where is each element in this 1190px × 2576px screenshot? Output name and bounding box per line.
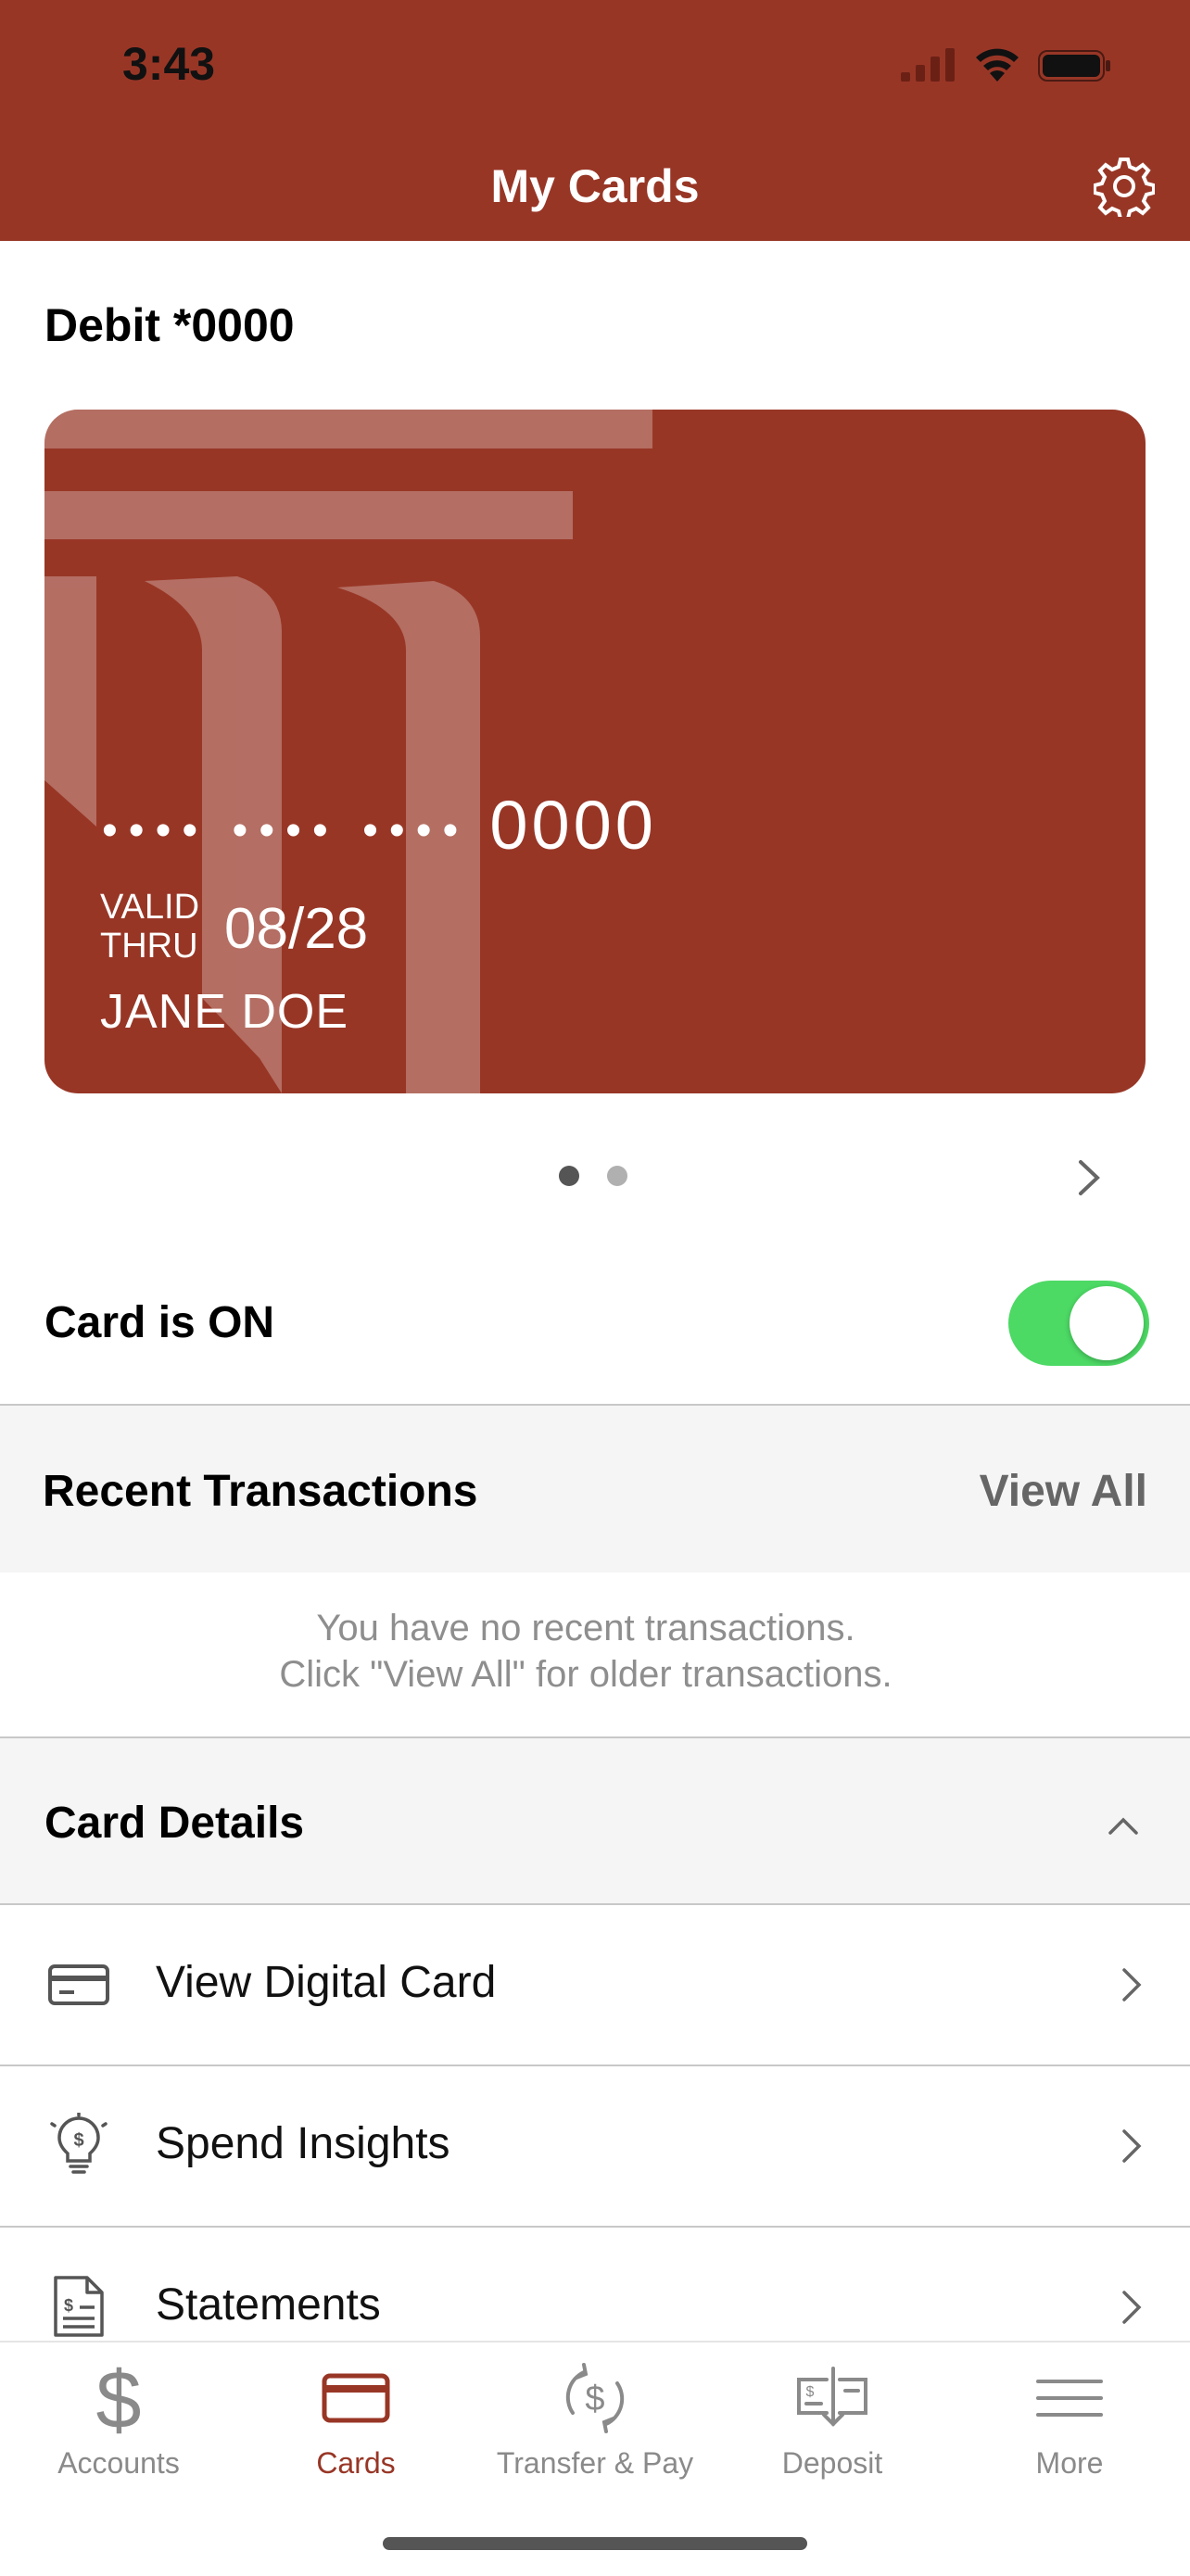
masked-digits: •••• •••• •••• (102, 805, 470, 855)
chevron-right-icon (1122, 1968, 1142, 2001)
card-name: Debit *0000 (44, 299, 295, 351)
list-item-label: Spend Insights (156, 2119, 450, 2168)
card-details-title: Card Details (44, 1799, 305, 1848)
card-icon (322, 2373, 390, 2423)
dollar-icon: $ (96, 2359, 142, 2437)
chevron-right-icon (1122, 2129, 1142, 2163)
check-deposit-icon: $ (797, 2367, 867, 2427)
signal-icon (901, 48, 955, 82)
card-holder: JANE DOE (100, 985, 349, 1039)
valid-thru-label: VALID THRU (100, 888, 200, 966)
card-last4: 0000 (489, 787, 657, 864)
debit-card[interactable]: •••• •••• •••• 0000 VALID THRU 08/28 JANE… (44, 410, 1146, 1093)
tab-cards[interactable]: Cards (237, 2359, 475, 2481)
chevron-up-icon[interactable] (1105, 1811, 1142, 1838)
menu-icon (1036, 2380, 1103, 2417)
wifi-icon (976, 48, 1019, 82)
page-title: My Cards (490, 160, 700, 212)
tab-more[interactable]: More (951, 2359, 1188, 2481)
card-expiry: 08/28 (224, 897, 369, 961)
pager-dot[interactable] (607, 1166, 627, 1186)
svg-text:$: $ (585, 2380, 604, 2418)
chevron-right-icon[interactable] (1071, 1158, 1105, 1197)
pager-dot-active[interactable] (559, 1166, 579, 1186)
svg-text:$: $ (64, 2296, 73, 2315)
tab-deposit[interactable]: $ Deposit (714, 2359, 951, 2481)
list-item-label: View Digital Card (156, 1958, 497, 2007)
status-time: 3:43 (122, 38, 216, 90)
card-status-label: Card is ON (44, 1298, 275, 1347)
home-indicator (383, 2537, 807, 2550)
gear-icon[interactable] (1094, 156, 1155, 217)
card-on-toggle[interactable] (1008, 1281, 1149, 1366)
transfer-icon: $ (565, 2363, 625, 2433)
tab-transfer-pay[interactable]: $ Transfer & Pay (476, 2359, 714, 2481)
empty-transactions-message: You have no recent transactions. Click "… (279, 1608, 892, 1695)
chevron-right-icon (1122, 2291, 1142, 2324)
toggle-knob (1070, 1286, 1144, 1360)
card-number: •••• •••• •••• 0000 (102, 786, 657, 865)
lightbulb-dollar-icon: $ (50, 2113, 108, 2174)
statement-document-icon: $ (54, 2276, 104, 2337)
battery-icon (1038, 50, 1110, 82)
svg-text:$: $ (96, 2359, 142, 2437)
tab-accounts[interactable]: $ Accounts (0, 2359, 237, 2481)
recent-transactions-title: Recent Transactions (43, 1467, 478, 1516)
svg-text:$: $ (73, 2130, 83, 2151)
view-all-link[interactable]: View All (980, 1466, 1147, 1517)
credit-card-icon (48, 1964, 109, 2005)
card-pager[interactable] (559, 1166, 655, 1191)
list-item-label: Statements (156, 2280, 381, 2330)
svg-text:$: $ (806, 2384, 815, 2400)
